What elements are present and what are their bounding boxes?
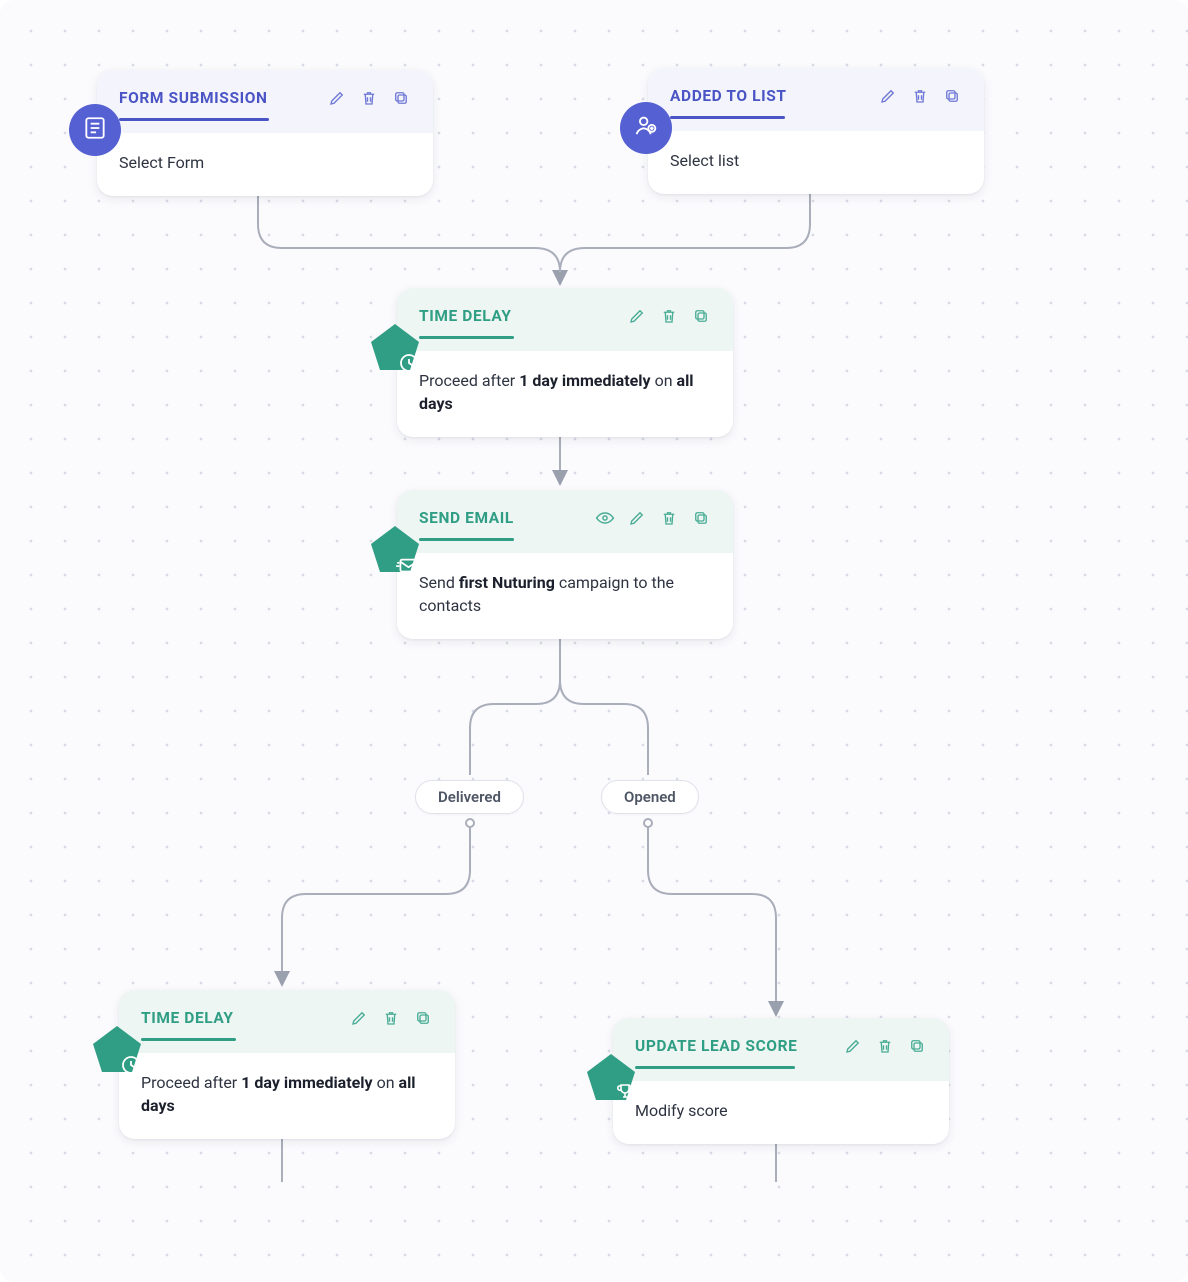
body-text: Send <box>419 573 459 592</box>
node-time-delay-2[interactable]: TIME DELAY Proceed after 1 day immediate… <box>119 990 455 1139</box>
node-send-email[interactable]: SEND EMAIL Send first Nuturing campaign … <box>397 490 733 639</box>
clock-icon <box>91 1024 143 1076</box>
title-underline <box>635 1066 795 1069</box>
send-email-icon <box>369 524 421 576</box>
delete-icon[interactable] <box>659 306 679 326</box>
copy-icon[interactable] <box>413 1008 433 1028</box>
node-title: UPDATE LEAD SCORE <box>635 1037 797 1055</box>
node-form-submission[interactable]: FORM SUBMISSION Select Form <box>97 70 433 196</box>
copy-icon[interactable] <box>691 306 711 326</box>
title-underline <box>419 336 514 339</box>
preview-icon[interactable] <box>595 508 615 528</box>
body-bold: 1 day immediately <box>519 371 650 390</box>
edit-icon[interactable] <box>327 88 347 108</box>
clock-icon <box>369 322 421 374</box>
add-to-list-icon <box>620 102 672 154</box>
trophy-icon <box>585 1052 637 1104</box>
node-title: FORM SUBMISSION <box>119 89 268 107</box>
node-title: TIME DELAY <box>419 307 512 325</box>
node-time-delay-1[interactable]: TIME DELAY Proceed after 1 day immediate… <box>397 288 733 437</box>
title-underline <box>419 538 514 541</box>
node-body: Select Form <box>97 133 433 196</box>
node-title: SEND EMAIL <box>419 509 514 527</box>
workflow-canvas[interactable]: FORM SUBMISSION Select Form ADDED TO LIS… <box>0 0 1188 1282</box>
copy-icon[interactable] <box>691 508 711 528</box>
delete-icon[interactable] <box>381 1008 401 1028</box>
body-text: Proceed after <box>419 371 519 390</box>
node-update-lead-score[interactable]: UPDATE LEAD SCORE Modify score <box>613 1018 949 1144</box>
branch-delivered[interactable]: Delivered <box>415 780 524 814</box>
node-body: Proceed after 1 day immediately on all d… <box>397 351 733 437</box>
body-bold: first Nuturing <box>459 573 555 592</box>
node-body: Send first Nuturing campaign to the cont… <box>397 553 733 639</box>
title-underline <box>119 118 269 121</box>
edit-icon[interactable] <box>878 86 898 106</box>
node-title: TIME DELAY <box>141 1009 234 1027</box>
delete-icon[interactable] <box>910 86 930 106</box>
body-text: on <box>651 371 677 390</box>
body-bold: 1 day immediately <box>241 1073 372 1092</box>
node-body: Select list <box>648 131 984 194</box>
connector-dot <box>465 818 475 828</box>
delete-icon[interactable] <box>659 508 679 528</box>
copy-icon[interactable] <box>391 88 411 108</box>
edit-icon[interactable] <box>349 1008 369 1028</box>
form-icon <box>69 104 121 156</box>
edit-icon[interactable] <box>627 306 647 326</box>
delete-icon[interactable] <box>359 88 379 108</box>
edit-icon[interactable] <box>627 508 647 528</box>
node-body: Modify score <box>613 1081 949 1144</box>
edit-icon[interactable] <box>843 1036 863 1056</box>
branch-opened[interactable]: Opened <box>601 780 699 814</box>
node-title: ADDED TO LIST <box>670 87 787 105</box>
title-underline <box>141 1038 236 1041</box>
body-text: Proceed after <box>141 1073 241 1092</box>
node-added-to-list[interactable]: ADDED TO LIST Select list <box>648 68 984 194</box>
delete-icon[interactable] <box>875 1036 895 1056</box>
node-body: Proceed after 1 day immediately on all d… <box>119 1053 455 1139</box>
copy-icon[interactable] <box>907 1036 927 1056</box>
copy-icon[interactable] <box>942 86 962 106</box>
connector-dot <box>643 818 653 828</box>
title-underline <box>670 116 785 119</box>
body-text: on <box>373 1073 399 1092</box>
